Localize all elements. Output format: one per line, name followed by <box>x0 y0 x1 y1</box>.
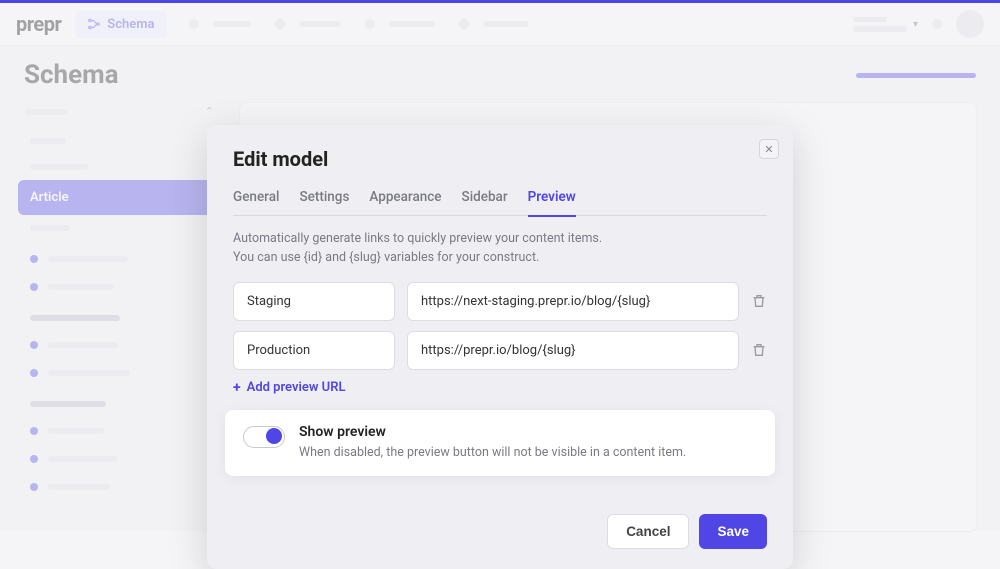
env-name-input[interactable] <box>233 282 395 321</box>
modal-overlay: ✕ Edit model General Settings Appearance… <box>0 3 1000 531</box>
trash-icon[interactable] <box>751 342 767 358</box>
toggle-label: Show preview <box>299 424 686 440</box>
close-icon: ✕ <box>764 143 773 156</box>
close-button[interactable]: ✕ <box>759 139 779 159</box>
hint-line2: You can use {id} and {slug} variables fo… <box>233 250 539 265</box>
toggle-description: When disabled, the preview button will n… <box>299 444 686 462</box>
save-button[interactable]: Save <box>699 514 767 549</box>
tab-sidebar[interactable]: Sidebar <box>462 185 508 215</box>
tab-preview[interactable]: Preview <box>528 185 576 215</box>
hint-text: Automatically generate links to quickly … <box>233 230 767 268</box>
tab-general[interactable]: General <box>233 185 279 215</box>
modal-footer: Cancel Save <box>207 496 793 569</box>
env-url-input[interactable] <box>407 282 739 321</box>
tab-settings[interactable]: Settings <box>299 185 349 215</box>
edit-model-modal: ✕ Edit model General Settings Appearance… <box>207 125 793 569</box>
show-preview-toggle[interactable] <box>243 426 285 448</box>
trash-icon[interactable] <box>751 293 767 309</box>
modal-title: Edit model <box>233 147 767 171</box>
modal-tabs: General Settings Appearance Sidebar Prev… <box>233 185 767 216</box>
preview-url-row <box>233 282 767 321</box>
plus-icon: + <box>233 380 241 396</box>
env-name-input[interactable] <box>233 331 395 370</box>
preview-url-row <box>233 331 767 370</box>
env-url-input[interactable] <box>407 331 739 370</box>
add-preview-url-button[interactable]: + Add preview URL <box>233 380 767 396</box>
cancel-button[interactable]: Cancel <box>607 514 689 549</box>
add-preview-url-label: Add preview URL <box>247 380 346 395</box>
hint-line1: Automatically generate links to quickly … <box>233 231 602 246</box>
tab-appearance[interactable]: Appearance <box>369 185 441 215</box>
show-preview-card: Show preview When disabled, the preview … <box>225 410 775 476</box>
